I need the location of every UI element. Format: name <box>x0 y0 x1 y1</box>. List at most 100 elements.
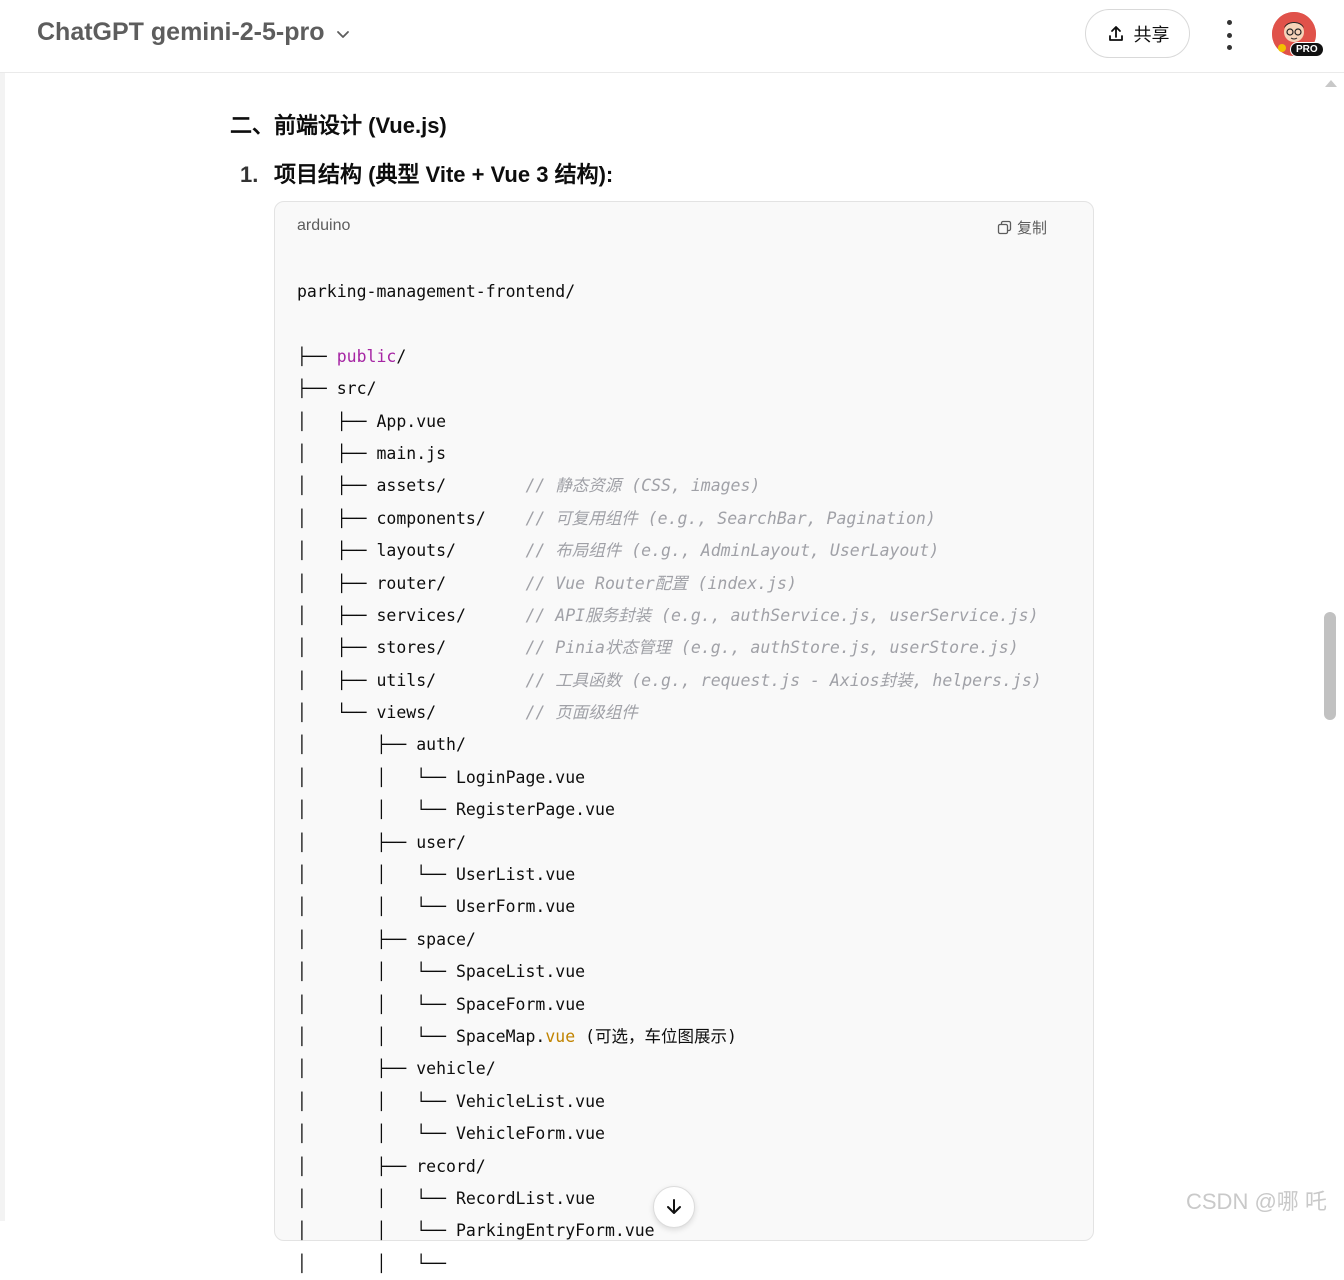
model-selector[interactable]: ChatGPT gemini-2-5-pro <box>37 18 351 47</box>
code-line: ├── public/ <box>297 341 1042 373</box>
code-line: │ │ └── VehicleForm.vue <box>297 1118 1042 1150</box>
code-line: │ ├── assets/ // 静态资源 (CSS, images) <box>297 470 1042 502</box>
watermark: CSDN @哪 吒 <box>1186 1189 1327 1214</box>
code-text: │ ├── main.js <box>297 443 447 463</box>
code-text: │ ├── record/ <box>297 1156 486 1176</box>
share-icon <box>1108 25 1123 41</box>
code-text: │ ├── router/ <box>297 573 526 593</box>
scrollbar-thumb[interactable] <box>1324 612 1336 720</box>
code-text: │ ├── App.vue <box>297 411 447 431</box>
code-comment: // Pinia状态管理 (e.g., authStore.js, userSt… <box>525 638 1019 658</box>
code-text: │ ├── vehicle/ <box>297 1059 496 1079</box>
code-line: │ │ └── UserList.vue <box>297 859 1042 891</box>
list-item-heading: 1. 项目结构 (典型 Vite + Vue 3 结构): <box>240 157 613 189</box>
code-line: ├── src/ <box>297 373 1042 405</box>
code-line: │ ├── router/ // Vue Router配置 (index.js) <box>297 568 1042 600</box>
code-text: │ ├── space/ <box>297 929 476 949</box>
code-line: │ ├── services/ // API服务封装 (e.g., authSe… <box>297 600 1042 632</box>
code-comment: // 静态资源 (CSS, images) <box>525 476 761 496</box>
code-language-label: arduino <box>297 217 351 234</box>
code-text: │ │ └── UserList.vue <box>297 865 576 885</box>
share-button[interactable]: 共享 <box>1085 9 1190 58</box>
copy-icon <box>997 220 1012 235</box>
arrow-down-icon <box>667 1199 681 1214</box>
share-label: 共享 <box>1133 24 1170 45</box>
code-line: │ │ └── LoginPage.vue <box>297 762 1042 794</box>
code-text: │ ├── services/ <box>297 605 526 625</box>
model-title: ChatGPT gemini-2-5-pro <box>37 18 325 46</box>
code-text: │ │ └── ParkingEntryForm.vue <box>297 1221 655 1241</box>
code-line: │ │ └── UserForm.vue <box>297 891 1042 923</box>
chevron-down-icon <box>336 30 349 38</box>
left-edge <box>0 0 5 1221</box>
code-text: │ │ └── RegisterPage.vue <box>297 800 615 820</box>
code-line: │ ├── vehicle/ <box>297 1053 1042 1085</box>
list-number: 1. <box>240 162 259 187</box>
code-comment: // API服务封装 (e.g., authService.js, userSe… <box>525 605 1039 625</box>
code-text: │ ├── user/ <box>297 832 466 852</box>
code-text: │ │ └── LoginPage.vue <box>297 767 586 787</box>
code-text: │ ├── layouts/ <box>297 541 526 561</box>
code-line: │ │ └── <box>297 1248 1042 1280</box>
code-content: parking-management-frontend/├── public/├… <box>297 276 1042 1280</box>
scroll-up-arrow-icon[interactable] <box>1325 80 1337 87</box>
code-text: (可选，车位图展示) <box>575 1026 737 1046</box>
code-line: │ ├── auth/ <box>297 729 1042 761</box>
code-text: ├── <box>297 346 337 366</box>
code-text: │ │ └── <box>297 1253 447 1273</box>
code-text: │ ├── auth/ <box>297 735 466 755</box>
code-line: │ ├── user/ <box>297 827 1042 859</box>
code-text: │ ├── assets/ <box>297 476 526 496</box>
code-comment: // 工具函数 (e.g., request.js - Axios封装, hel… <box>525 670 1042 690</box>
code-line: │ ├── main.js <box>297 438 1042 470</box>
more-dot <box>1226 45 1232 50</box>
more-dot <box>1226 32 1232 38</box>
code-text: │ │ └── UserForm.vue <box>297 897 576 917</box>
copy-label: 复制 <box>1017 220 1048 237</box>
code-line: │ │ └── SpaceMap.vue (可选，车位图展示) <box>297 1021 1042 1053</box>
code-text: │ │ └── VehicleForm.vue <box>297 1124 605 1144</box>
avatar[interactable]: PRO <box>1272 12 1324 57</box>
code-text: │ │ └── SpaceMap. <box>297 1026 546 1046</box>
code-line: │ ├── layouts/ // 布局组件 (e.g., AdminLayou… <box>297 535 1042 567</box>
code-line: │ │ └── SpaceForm.vue <box>297 989 1042 1021</box>
more-vertical-icon <box>1226 20 1232 25</box>
section-heading: 二、前端设计 (Vue.js) <box>230 113 447 138</box>
code-text: vue <box>545 1026 576 1046</box>
code-line: │ ├── components/ // 可复用组件 (e.g., Search… <box>297 503 1042 535</box>
code-text: │ ├── utils/ <box>297 670 526 690</box>
code-text: / <box>396 346 407 366</box>
code-text: │ │ └── RecordList.vue <box>297 1188 596 1208</box>
list-item-text: 项目结构 (典型 Vite + Vue 3 结构): <box>274 162 614 187</box>
code-text: ├── src/ <box>297 379 377 399</box>
code-text: │ │ └── VehicleList.vue <box>297 1091 605 1111</box>
code-text: │ ├── components/ <box>297 508 526 528</box>
copy-code-button[interactable]: 复制 <box>997 217 1047 238</box>
code-text: parking-management-frontend/ <box>297 282 576 301</box>
code-text: │ │ └── SpaceForm.vue <box>297 994 586 1014</box>
code-text: │ ├── stores/ <box>297 638 526 658</box>
code-comment: // 可复用组件 (e.g., SearchBar, Pagination) <box>525 508 936 528</box>
pro-badge: PRO <box>1290 42 1324 57</box>
code-comment: // 页面级组件 <box>525 703 638 723</box>
code-line: │ │ └── VehicleList.vue <box>297 1086 1042 1118</box>
code-line: │ │ └── SpaceList.vue <box>297 956 1042 988</box>
code-block: arduino 复制 parking-management-frontend/ ├… <box>274 201 1094 1273</box>
code-text: │ │ └── SpaceList.vue <box>297 962 586 982</box>
code-comment: // 布局组件 (e.g., AdminLayout, UserLayout) <box>525 541 940 561</box>
code-line: │ ├── utils/ // 工具函数 (e.g., request.js -… <box>297 665 1042 697</box>
code-line: │ ├── App.vue <box>297 406 1042 438</box>
code-line: parking-management-frontend/ <box>297 276 1042 308</box>
top-bar: ChatGPT gemini-2-5-pro 共享 PRO <box>0 0 1344 73</box>
more-options-button[interactable] <box>1216 20 1242 50</box>
code-text: public <box>336 346 397 366</box>
code-line: │ ├── space/ <box>297 924 1042 956</box>
code-text: │ └── views/ <box>297 703 526 723</box>
code-line: │ ├── record/ <box>297 1151 1042 1183</box>
code-comment: // Vue Router配置 (index.js) <box>525 573 797 593</box>
code-line: │ ├── stores/ // Pinia状态管理 (e.g., authSt… <box>297 632 1042 664</box>
scroll-to-bottom-button[interactable] <box>653 1186 695 1228</box>
code-line: │ │ └── RegisterPage.vue <box>297 794 1042 826</box>
code-line: │ └── views/ // 页面级组件 <box>297 697 1042 729</box>
